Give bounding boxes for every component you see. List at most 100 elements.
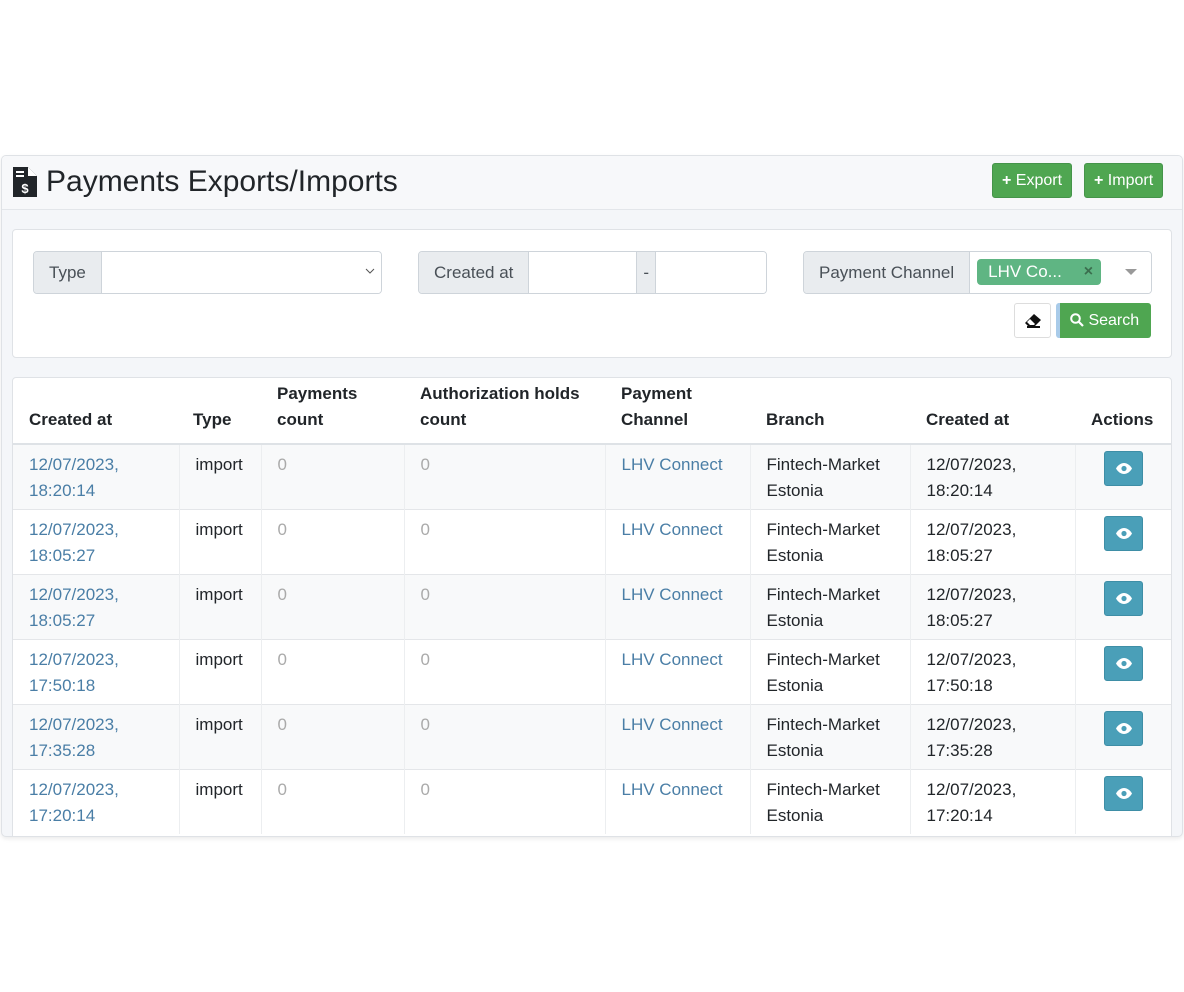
date-to-input[interactable] xyxy=(656,252,766,293)
exports-table: Created at Type Payments count Authorizatio… xyxy=(13,378,1171,834)
page-title: Payments Exports/Imports xyxy=(46,165,398,198)
holds-count-cell: 0 xyxy=(403,703,605,769)
caret-down-icon[interactable] xyxy=(1125,269,1137,275)
created-at-cell: 12/07/2023, 18:20:14 xyxy=(909,443,1075,509)
holds-count-cell: 0 xyxy=(403,443,605,509)
date-from-input[interactable] xyxy=(529,252,638,293)
payment-channel-label: Payment Channel xyxy=(804,252,971,293)
eraser-icon xyxy=(1025,314,1041,328)
type-cell: import xyxy=(178,573,261,639)
column-header: Branch xyxy=(750,378,910,445)
table-row: 12/07/2023, 18:05:27 import 0 0 LHV Conn… xyxy=(13,508,1171,574)
payment-channel-link[interactable]: LHV Connect xyxy=(622,455,723,474)
view-button[interactable] xyxy=(1103,451,1143,486)
payment-channel-select[interactable]: LHV Co... × xyxy=(970,252,1151,293)
holds-count-cell: 0 xyxy=(403,768,605,834)
view-button[interactable] xyxy=(1103,775,1143,811)
file-invoice-dollar-icon: $ xyxy=(13,167,37,197)
search-icon xyxy=(1070,313,1084,327)
date-separator: - xyxy=(637,252,657,293)
column-header: Payment Channel xyxy=(605,378,750,445)
created-at-link[interactable]: 12/07/2023, 18:05:27 xyxy=(29,520,119,565)
eye-icon xyxy=(1115,722,1132,734)
created-at-cell: 12/07/2023, 17:20:14 xyxy=(909,768,1075,834)
search-label: Search xyxy=(1088,312,1140,329)
table-row: 12/07/2023, 17:50:18 import 0 0 LHV Conn… xyxy=(13,638,1171,704)
export-label: Export xyxy=(1015,172,1063,189)
branch-cell: Fintech-Market Estonia xyxy=(749,508,910,574)
remove-tag-icon[interactable]: × xyxy=(1084,259,1093,285)
payment-channel-link[interactable]: LHV Connect xyxy=(622,650,723,669)
branch-cell: Fintech-Market Estonia xyxy=(749,573,910,639)
view-button[interactable] xyxy=(1103,580,1143,616)
payments-count-cell: 0 xyxy=(260,703,404,769)
payment-channel-link[interactable]: LHV Connect xyxy=(622,585,723,604)
type-cell: import xyxy=(178,768,261,834)
payment-channel-link[interactable]: LHV Connect xyxy=(622,780,723,799)
payment-channel-link[interactable]: LHV Connect xyxy=(622,520,723,539)
channel-tag-label: LHV Co... xyxy=(988,262,1062,281)
column-header: Payments count xyxy=(261,378,404,445)
payment-channel-filter: Payment Channel LHV Co... × xyxy=(803,251,1152,294)
created-at-cell: 12/07/2023, 18:05:27 xyxy=(909,573,1075,639)
payment-channel-link[interactable]: LHV Connect xyxy=(622,715,723,734)
column-header: Type xyxy=(179,378,261,445)
table-row: 12/07/2023, 18:20:14 import 0 0 LHV Conn… xyxy=(13,443,1171,509)
created-at-label: Created at xyxy=(419,252,530,293)
clear-filters-button[interactable] xyxy=(1014,303,1051,338)
search-button[interactable]: Search xyxy=(1056,303,1151,338)
import-button[interactable]: + Import xyxy=(1084,163,1164,198)
created-at-link[interactable]: 12/07/2023, 17:20:14 xyxy=(29,780,119,825)
created-at-link[interactable]: 12/07/2023, 18:20:14 xyxy=(29,455,119,500)
type-label: Type xyxy=(34,252,102,293)
table-row: 12/07/2023, 17:20:14 import 0 0 LHV Conn… xyxy=(13,768,1171,834)
table-row: 12/07/2023, 18:05:27 import 0 0 LHV Conn… xyxy=(13,573,1171,639)
eye-icon xyxy=(1115,657,1132,669)
created-at-link[interactable]: 12/07/2023, 18:05:27 xyxy=(29,585,119,630)
eye-icon xyxy=(1115,527,1132,539)
branch-cell: Fintech-Market Estonia xyxy=(749,768,910,834)
created-at-cell: 12/07/2023, 18:05:27 xyxy=(909,508,1075,574)
created-at-cell: 12/07/2023, 17:35:28 xyxy=(909,703,1075,769)
table-row: 12/07/2023, 17:35:28 import 0 0 LHV Conn… xyxy=(13,703,1171,769)
eye-icon xyxy=(1115,463,1132,474)
filters-card: Type Created at - Payment Channel LHV Co… xyxy=(12,229,1172,358)
eye-icon xyxy=(1115,592,1132,604)
selected-channel-tag: LHV Co... × xyxy=(977,259,1102,285)
holds-count-cell: 0 xyxy=(403,573,605,639)
created-at-link[interactable]: 12/07/2023, 17:35:28 xyxy=(29,715,119,760)
type-cell: import xyxy=(178,638,261,704)
type-cell: import xyxy=(178,703,261,769)
payments-count-cell: 0 xyxy=(260,573,404,639)
type-select[interactable] xyxy=(101,252,381,293)
payments-count-cell: 0 xyxy=(260,443,404,509)
view-button[interactable] xyxy=(1103,645,1143,681)
column-header: Authorization holds count xyxy=(404,378,605,445)
eye-icon xyxy=(1115,787,1132,799)
view-button[interactable] xyxy=(1103,515,1143,551)
created-at-cell: 12/07/2023, 17:50:18 xyxy=(909,638,1075,704)
holds-count-cell: 0 xyxy=(403,508,605,574)
chevron-down-icon xyxy=(365,268,375,274)
column-header: Created at xyxy=(13,378,179,445)
panel-header: $ Payments Exports/Imports + Export + Im… xyxy=(2,156,1182,210)
created-at-link[interactable]: 12/07/2023, 17:50:18 xyxy=(29,650,119,695)
created-at-filter: Created at - xyxy=(418,251,767,294)
view-button[interactable] xyxy=(1103,710,1143,746)
payments-panel: $ Payments Exports/Imports + Export + Im… xyxy=(1,155,1183,837)
type-cell: import xyxy=(178,443,261,509)
payments-count-cell: 0 xyxy=(260,508,404,574)
payments-count-cell: 0 xyxy=(260,638,404,704)
column-header: Actions xyxy=(1075,378,1171,445)
branch-cell: Fintech-Market Estonia xyxy=(749,443,910,509)
payments-count-cell: 0 xyxy=(260,768,404,834)
column-header: Created at xyxy=(910,378,1075,445)
import-label: Import xyxy=(1107,172,1154,189)
type-filter: Type xyxy=(33,251,382,294)
holds-count-cell: 0 xyxy=(403,638,605,704)
type-cell: import xyxy=(178,508,261,574)
branch-cell: Fintech-Market Estonia xyxy=(749,703,910,769)
svg-text:$: $ xyxy=(21,181,29,196)
exports-table-card: Created at Type Payments count Authorizatio… xyxy=(12,377,1172,836)
export-button[interactable]: + Export xyxy=(992,163,1073,198)
